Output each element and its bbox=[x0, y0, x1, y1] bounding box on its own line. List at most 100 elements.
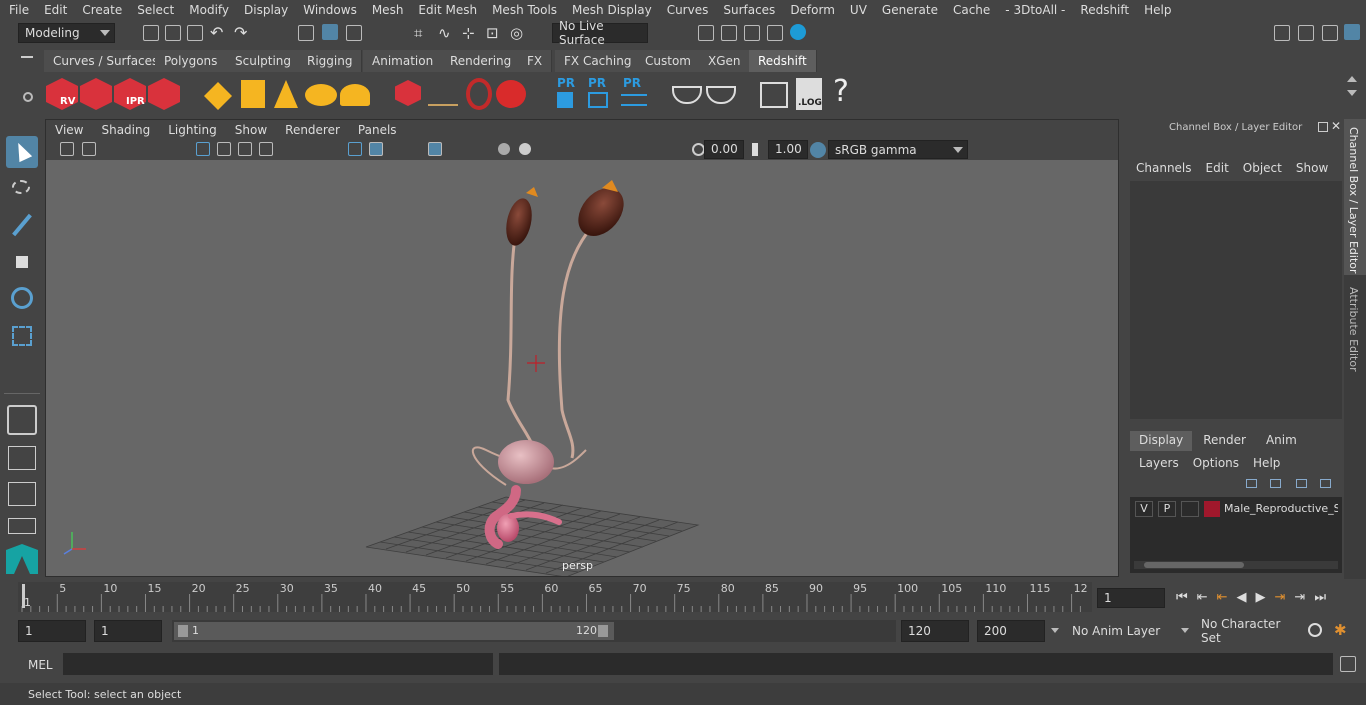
ambient-occlusion-icon[interactable] bbox=[519, 143, 531, 155]
menu-mesh-display[interactable]: Mesh Display bbox=[563, 3, 658, 17]
redo-icon[interactable]: ↷ bbox=[234, 23, 247, 42]
rs-script-icon[interactable] bbox=[760, 82, 788, 108]
animation-end-field[interactable]: 200 bbox=[977, 620, 1045, 642]
shelf-tab-rigging[interactable]: Rigging bbox=[298, 50, 363, 72]
outliner-layout-icon[interactable] bbox=[8, 518, 36, 534]
step-forward-key-icon[interactable]: ⇥ bbox=[1275, 590, 1295, 605]
layer-editor-tab-display[interactable]: Display bbox=[1130, 431, 1193, 451]
layer-color-swatch[interactable] bbox=[1204, 501, 1220, 517]
mel-label[interactable]: MEL bbox=[28, 658, 53, 672]
workspace-layout-icon[interactable] bbox=[1274, 25, 1290, 41]
range-end-handle[interactable] bbox=[598, 625, 608, 637]
shelf-tab-xgen[interactable]: XGen bbox=[699, 50, 751, 72]
snap-curve-icon[interactable]: ∿ bbox=[438, 24, 451, 42]
menu-surfaces[interactable]: Surfaces bbox=[714, 3, 781, 17]
shelf-settings-icon[interactable] bbox=[23, 92, 33, 102]
resolution-gate-icon[interactable] bbox=[238, 142, 252, 156]
rotate-tool-icon[interactable] bbox=[6, 282, 38, 314]
shelf-scroll-up-icon[interactable] bbox=[1347, 76, 1357, 82]
rs-proxy-icon[interactable] bbox=[395, 80, 421, 106]
anim-layer-selector[interactable]: No Anim Layer bbox=[1066, 620, 1178, 642]
scale-tool-icon[interactable] bbox=[6, 320, 38, 352]
rs-dome-light-icon[interactable] bbox=[305, 84, 337, 106]
sidebar-tab-attribute-editor[interactable]: Attribute Editor bbox=[1344, 279, 1366, 383]
shelf-tab-animation[interactable]: Animation bbox=[363, 50, 444, 72]
select-camera-icon[interactable] bbox=[60, 142, 74, 156]
menu-uv[interactable]: UV bbox=[841, 3, 873, 17]
channel-box-menu-channels[interactable]: Channels bbox=[1136, 161, 1192, 175]
live-surface-field[interactable]: No Live Surface bbox=[552, 19, 648, 47]
viewport-menu-show[interactable]: Show bbox=[226, 123, 276, 137]
shelf-tab-custom[interactable]: Custom bbox=[636, 50, 701, 72]
shelf-tab-sculpting[interactable]: Sculpting bbox=[226, 50, 302, 72]
channel-box-menu-object[interactable]: Object bbox=[1243, 161, 1282, 175]
layer-playback-toggle[interactable]: P bbox=[1158, 501, 1176, 517]
snap-view-icon[interactable]: ⊡ bbox=[486, 24, 499, 42]
sidebar-tab-channel-box[interactable]: Channel Box / Layer Editor bbox=[1344, 119, 1366, 275]
menu-redshift[interactable]: Redshift bbox=[1071, 3, 1135, 17]
rs-spot-light-icon[interactable] bbox=[274, 80, 298, 108]
undo-icon[interactable]: ↶ bbox=[210, 23, 223, 42]
move-layer-down-icon[interactable] bbox=[1270, 479, 1281, 488]
playback-start-field[interactable]: 1 bbox=[94, 620, 162, 642]
menu-cache[interactable]: Cache bbox=[944, 3, 996, 17]
gamma-field[interactable]: 1.00 bbox=[768, 140, 808, 159]
snap-point-icon[interactable]: ⊹ bbox=[462, 24, 475, 42]
snap-grid-icon[interactable]: ⌗ bbox=[414, 24, 422, 42]
3d-scene[interactable]: persp bbox=[46, 160, 1118, 578]
outliner-toggle-icon[interactable] bbox=[1298, 25, 1314, 41]
shelf-tab-fx-caching[interactable]: FX Caching bbox=[555, 50, 642, 72]
layer-menu-layers[interactable]: Layers bbox=[1139, 456, 1179, 470]
select-tool-icon[interactable] bbox=[6, 136, 38, 168]
ipr-render-icon[interactable] bbox=[744, 25, 760, 41]
rs-sun-sky-icon[interactable] bbox=[340, 84, 370, 106]
exposure-field[interactable]: 0.00 bbox=[704, 140, 744, 159]
range-bar[interactable]: 1 120 bbox=[174, 622, 614, 640]
menu-mesh-tools[interactable]: Mesh Tools bbox=[483, 3, 563, 17]
select-component-icon[interactable] bbox=[346, 25, 362, 41]
go-to-start-icon[interactable]: ⏮ bbox=[1176, 590, 1197, 605]
layer-menu-options[interactable]: Options bbox=[1193, 456, 1239, 470]
render-batch-icon[interactable] bbox=[80, 78, 112, 110]
range-track[interactable]: 1 120 bbox=[172, 620, 896, 642]
animation-prefs-icon[interactable]: ✱ bbox=[1334, 621, 1347, 639]
step-back-frame-icon[interactable]: ⇤ bbox=[1217, 590, 1237, 605]
gamma-icon[interactable] bbox=[752, 143, 764, 156]
rs-area-light-icon[interactable] bbox=[204, 82, 232, 110]
viewport-menu-view[interactable]: View bbox=[46, 123, 92, 137]
select-object-icon[interactable] bbox=[322, 24, 338, 40]
channel-box-toggle-icon[interactable] bbox=[1344, 24, 1360, 40]
new-layer-icon[interactable] bbox=[1296, 479, 1307, 488]
channel-box-menu-edit[interactable]: Edit bbox=[1206, 161, 1229, 175]
rs-help-icon[interactable]: ? bbox=[833, 74, 849, 109]
layer-menu-help[interactable]: Help bbox=[1253, 456, 1280, 470]
xray-icon[interactable] bbox=[428, 142, 442, 156]
workspace-selector[interactable]: Modeling bbox=[18, 23, 115, 43]
render-view-icon[interactable] bbox=[698, 25, 714, 41]
float-panel-icon[interactable] bbox=[1318, 122, 1328, 132]
playback-end-field[interactable]: 120 bbox=[901, 620, 969, 642]
shadows-icon[interactable] bbox=[498, 143, 510, 155]
shelf-tab-rendering[interactable]: Rendering bbox=[441, 50, 522, 72]
snap-surface-icon[interactable]: ◎ bbox=[510, 24, 523, 42]
open-scene-icon[interactable] bbox=[165, 25, 181, 41]
color-space-selector[interactable]: sRGB gamma bbox=[828, 140, 968, 159]
select-hierarchy-icon[interactable] bbox=[298, 25, 314, 41]
menu-display[interactable]: Display bbox=[235, 3, 294, 17]
pr-box-icon[interactable] bbox=[557, 92, 573, 108]
layer-name[interactable]: Male_Reproductive_Sy bbox=[1224, 502, 1338, 515]
go-to-end-icon[interactable]: ⏭ bbox=[1314, 590, 1335, 605]
rs-hair-icon[interactable] bbox=[428, 86, 458, 106]
film-gate-icon[interactable] bbox=[217, 142, 231, 156]
pr-export-icon[interactable] bbox=[588, 92, 608, 108]
menu-3dtoall[interactable]: - 3DtoAll - bbox=[996, 3, 1071, 17]
grid-toggle-icon[interactable] bbox=[196, 142, 210, 156]
rs-bake-set-icon[interactable] bbox=[706, 86, 736, 104]
layer-scrollbar-thumb[interactable] bbox=[1144, 562, 1244, 568]
rs-portal-light-icon[interactable] bbox=[241, 80, 265, 108]
script-editor-icon[interactable] bbox=[1340, 656, 1356, 672]
camera-attributes-icon[interactable] bbox=[82, 142, 96, 156]
menu-file[interactable]: File bbox=[0, 3, 35, 17]
menu-help[interactable]: Help bbox=[1135, 3, 1177, 17]
auto-key-icon[interactable] bbox=[1308, 623, 1322, 637]
